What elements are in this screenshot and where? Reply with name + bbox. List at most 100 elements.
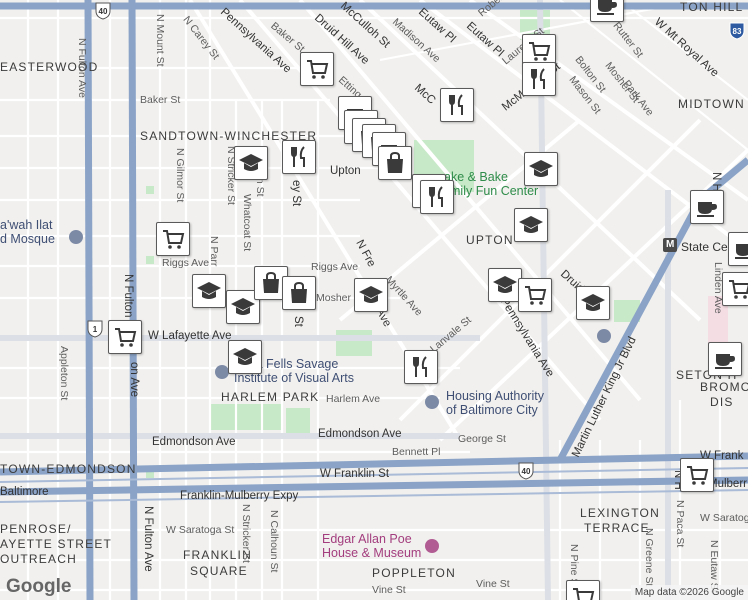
map-marker-school[interactable]: [576, 286, 610, 320]
shopping-bag-icon: [263, 271, 279, 293]
school-icon: [519, 216, 543, 233]
street-n-paca: N Paca St: [674, 500, 686, 548]
coffee-icon: [697, 202, 717, 217]
map-marker-cluster-6[interactable]: [378, 146, 412, 180]
map-marker-grocery[interactable]: [156, 222, 190, 256]
neighborhood-harlem-park: HARLEM PARK: [221, 390, 320, 404]
neighborhood-poppleton: POPPLETON: [372, 566, 456, 580]
poi-fun-center-line2[interactable]: mily Fun Center: [450, 184, 538, 198]
street-n-mount: N Mount St: [154, 14, 166, 67]
poi-poe-line2[interactable]: House & Museum: [322, 546, 421, 560]
grocery-cart-icon: [687, 466, 709, 485]
coffee-icon: [597, 0, 617, 15]
school-icon: [197, 282, 221, 299]
street-n-fulton-2: N Fulton Ave: [142, 506, 154, 572]
street-riggs-ave: Riggs Ave: [162, 257, 210, 269]
grocery-cart-icon: [307, 60, 329, 79]
map-marker-school[interactable]: [488, 268, 522, 302]
street-n-gilmor: N Gilmor St: [174, 148, 186, 203]
poi-poe-line1[interactable]: Edgar Allan Poe: [322, 532, 412, 546]
street-w-saratoga: W Saratoga St: [166, 524, 235, 536]
map-marker-school[interactable]: [354, 278, 388, 312]
map-marker-coffee[interactable]: [708, 342, 742, 376]
map-marker-partial[interactable]: [566, 580, 600, 600]
school-icon: [231, 298, 255, 315]
us-route-1-shield: 1: [87, 320, 103, 338]
map-marker-school[interactable]: [228, 340, 262, 374]
street-edmondson-ave: Edmondson Ave: [152, 436, 236, 448]
street-appleton: Appleton St: [58, 346, 70, 401]
map-attribution[interactable]: Map data ©2026 Google: [630, 585, 748, 600]
street-n-parr: N Parr: [208, 236, 220, 267]
map-marker-grocery[interactable]: [680, 458, 714, 492]
us-route-40-shield-top: 40: [95, 2, 111, 20]
map-marker-grocery[interactable]: [300, 52, 334, 86]
svg-text:83: 83: [733, 27, 742, 36]
street-on-ave: on Ave: [128, 362, 140, 397]
coffee-icon: [715, 354, 735, 369]
neighborhood-dis: DIS: [710, 395, 734, 409]
street-upton: Upton: [330, 165, 361, 177]
map-marker-school[interactable]: [514, 208, 548, 242]
street-vine-2: Vine St: [476, 578, 510, 590]
neighborhood-upton: UPTON: [466, 233, 514, 247]
map-marker-school[interactable]: [234, 146, 268, 180]
poi-state-center[interactable]: State Ce: [681, 240, 728, 254]
grocery-cart-icon: [163, 230, 185, 249]
map-marker-grocery[interactable]: [108, 320, 142, 354]
street-edmondson-ave-2: Edmondson Ave: [318, 428, 402, 440]
street-baker: Baker St: [140, 94, 181, 106]
poi-masjid-line2[interactable]: d Mosque: [0, 232, 55, 246]
google-logo: Google: [6, 576, 72, 597]
neighborhood-lexington: LEXINGTON: [580, 506, 660, 520]
coffee-icon: [735, 244, 748, 259]
school-icon: [581, 294, 605, 311]
map-marker-grocery[interactable]: [722, 272, 748, 306]
map-marker-coffee[interactable]: [590, 0, 624, 22]
map-marker-school[interactable]: [524, 152, 558, 186]
svg-text:1: 1: [93, 325, 98, 334]
map-marker-shopping[interactable]: [282, 276, 316, 310]
shopping-bag-icon: [387, 151, 403, 173]
map-marker-restaurant[interactable]: [440, 88, 474, 122]
map-marker-restaurant[interactable]: [420, 180, 454, 214]
grocery-cart-icon: [529, 42, 551, 61]
street-franklin-mulberry: Franklin-Mulberry Expy: [180, 490, 299, 502]
grocery-cart-icon: [729, 280, 748, 299]
street-w-saratoga-2: W Saratoga: [700, 512, 748, 524]
poi-masjid-line1[interactable]: a'wah Ilat: [0, 218, 52, 232]
street-vine: Vine St: [372, 584, 406, 596]
poi-housing-line1[interactable]: Housing Authority: [446, 389, 544, 403]
school-icon: [239, 154, 263, 171]
svg-text:40: 40: [522, 467, 531, 476]
grocery-cart-icon: [525, 286, 547, 305]
neighborhood-edmondson: TOWN-EDMONDSON: [0, 462, 137, 476]
school-icon: [493, 276, 517, 293]
street-ey-st: ey St: [290, 180, 302, 207]
street-n-fulton: N Fulton Ave: [76, 38, 88, 98]
neighborhood-upton-hill: TON HILL: [680, 0, 744, 14]
metro-station-badge: M: [666, 239, 675, 250]
street-george: George St: [458, 433, 506, 445]
map-marker-coffee[interactable]: [690, 190, 724, 224]
shopping-bag-icon: [291, 281, 307, 303]
map-canvas[interactable]: 40 40 1 83 M EASTERWOOD SANDTOWN-WINCHES…: [0, 0, 748, 600]
map-marker-restaurant[interactable]: [404, 350, 438, 384]
restaurant-icon: [291, 146, 305, 167]
map-marker-restaurant[interactable]: [282, 140, 316, 174]
map-marker-school[interactable]: [192, 274, 226, 308]
map-marker-coffee[interactable]: [728, 232, 748, 266]
street-n-greene: N Greene St: [643, 528, 655, 587]
street-harlem-ave: Harlem Ave: [326, 393, 381, 405]
street-baltimore: Baltimore: [0, 486, 49, 498]
restaurant-icon: [429, 186, 443, 207]
restaurant-icon: [413, 356, 427, 377]
neighborhood-midtown: MIDTOWN: [678, 97, 745, 111]
map-marker-grocery[interactable]: [518, 278, 552, 312]
neighborhood-square: SQUARE: [190, 564, 248, 578]
neighborhood-outreach: OUTREACH: [0, 552, 77, 566]
neighborhood-fayette-street: AYETTE STREET: [0, 537, 113, 551]
map-marker-restaurant[interactable]: [522, 62, 556, 96]
svg-text:40: 40: [99, 7, 108, 16]
poi-housing-line2[interactable]: of Baltimore City: [446, 403, 538, 417]
